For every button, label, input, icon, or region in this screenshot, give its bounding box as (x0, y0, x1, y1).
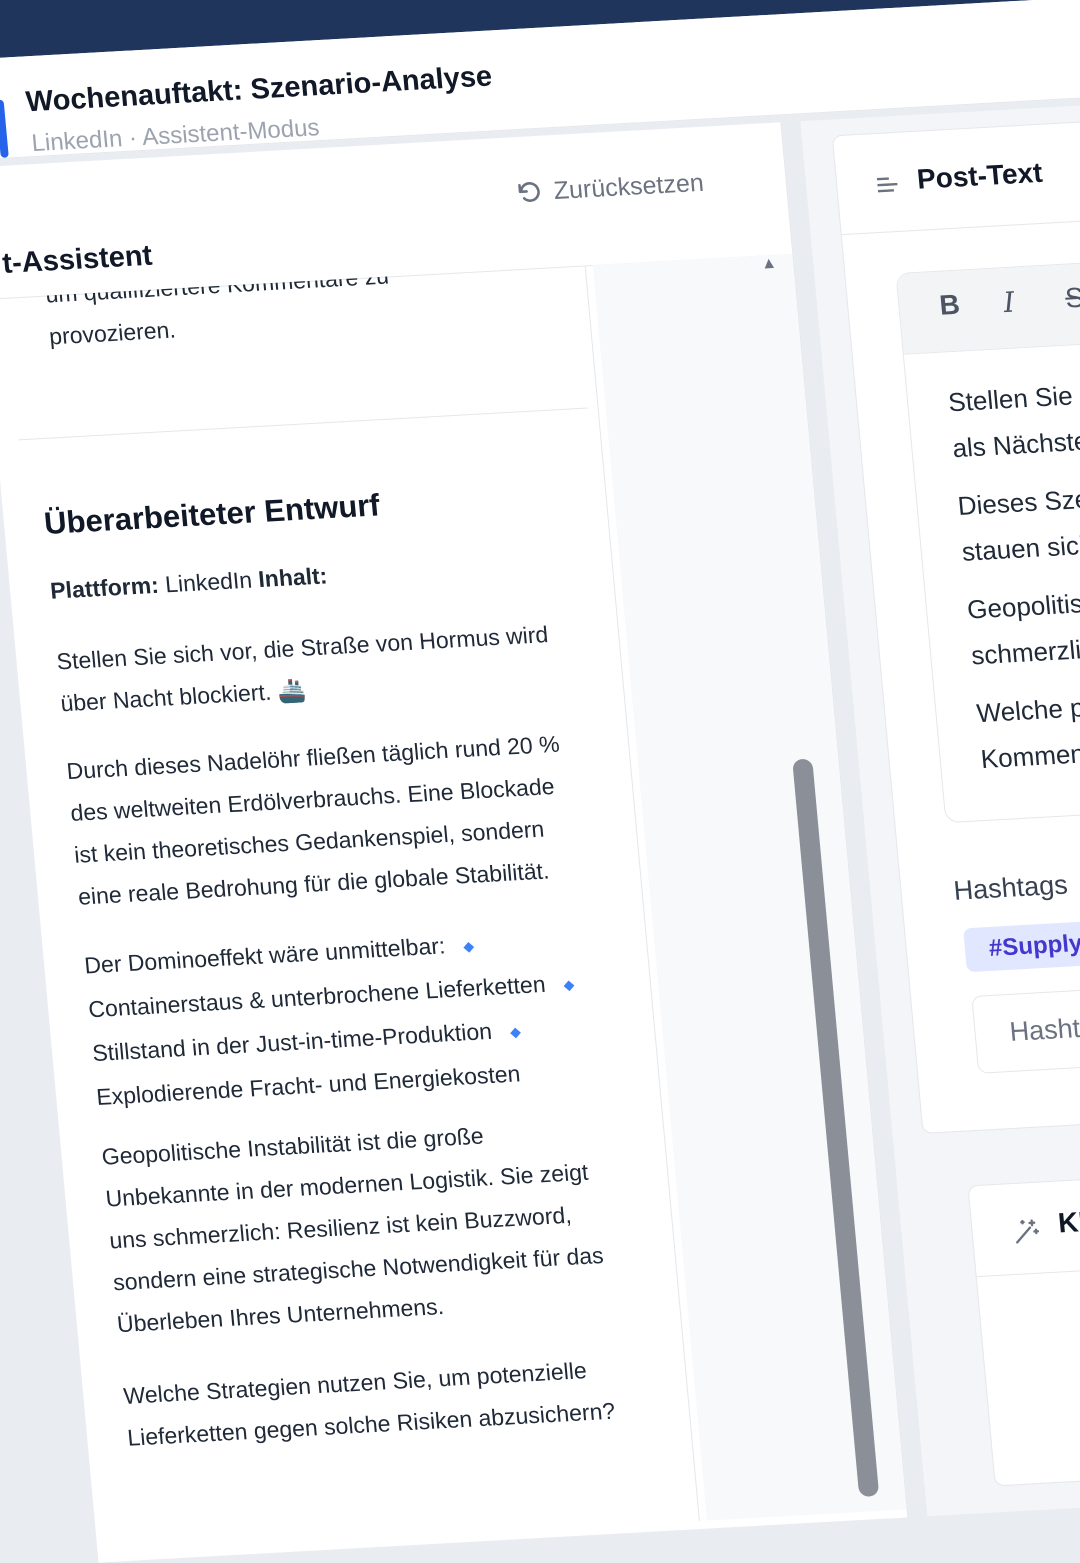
post-text-card: Post-Text B I S Stellen Sie si als Nächs… (831, 115, 1080, 1134)
draft-heading: Überarbeiteter Entwurf (42, 487, 382, 541)
strikethrough-button[interactable]: S (1064, 282, 1080, 315)
post-text-title: Post-Text (915, 156, 1044, 195)
draft-paragraph: Stellen Sie sich vor, die Straße von Hor… (55, 621, 550, 717)
reset-label: Zurücksetzen (552, 168, 705, 206)
assistant-title: t-Assistent (1, 239, 154, 280)
app-window: Wochenauftakt: Szenario-Analyse LinkedIn… (0, 0, 1080, 1563)
scrollbar-thumb[interactable] (792, 758, 880, 1498)
undo-icon (518, 181, 540, 202)
accent-bar (0, 99, 9, 158)
italic-button[interactable]: I (1002, 286, 1016, 320)
page-title: Wochenauftakt: Szenario-Analyse (24, 60, 494, 119)
align-left-icon (876, 177, 898, 193)
editor-line: Dieses Szen (956, 482, 1080, 521)
section-divider (18, 407, 588, 441)
editor-line: Geopolitisc (965, 587, 1080, 625)
assistant-content[interactable]: um qualifiziertere Kommentare zu provozi… (5, 265, 700, 1554)
editor-line: Welche po (975, 691, 1080, 729)
draft-paragraph: Geopolitische Instabilität ist die große… (100, 1122, 605, 1338)
bullet-icon: ◆ (462, 937, 475, 955)
magic-wand-icon (1016, 1219, 1040, 1244)
reset-button[interactable]: Zurücksetzen (515, 169, 705, 208)
editor-line: schmerzlic (970, 633, 1080, 671)
ai-variants-title: KI-Vari (1056, 1202, 1080, 1239)
post-text-header: Post-Text (832, 116, 1080, 236)
editor-line: Stellen Sie si (946, 379, 1080, 418)
draft-paragraph: Welche Strategien nutzen Sie, um potenzi… (122, 1357, 617, 1451)
bullet-icon: ◆ (509, 1023, 522, 1040)
format-toolbar: B I S (896, 255, 1080, 355)
editor-line: als Nächstes (951, 424, 1080, 464)
hashtag-input[interactable]: Hashtag (971, 979, 1080, 1074)
hashtags-label: Hashtags (952, 869, 1069, 906)
draft-bullet-list: Der Dominoeffekt wäre unmittelbar: ◆ Cont… (82, 913, 657, 1117)
assistant-panel: t-Assistent Zurücksetzen um qualifiziert… (0, 122, 909, 1563)
hashtag-placeholder: Hashtag (1008, 1011, 1080, 1047)
bullet-icon: ◆ (562, 976, 576, 993)
editor-line: stauen sich (960, 529, 1080, 567)
scroll-up-icon[interactable]: ▲ (760, 255, 777, 274)
draft-meta: Plattform: LinkedIn Inhalt: (49, 562, 329, 604)
post-text-editor[interactable]: B I S Stellen Sie si als Nächstes Dieses… (895, 254, 1080, 824)
editor-line: Kommenta (979, 737, 1080, 775)
ai-variants-card: KI-Vari (967, 1167, 1080, 1487)
ai-variants-header: KI-Vari (968, 1168, 1080, 1278)
bold-button[interactable]: B (938, 289, 961, 322)
hashtag-chip[interactable]: #SupplyCha (963, 917, 1080, 973)
draft-paragraph: Durch dieses Nadelöhr fließen täglich ru… (65, 730, 561, 910)
